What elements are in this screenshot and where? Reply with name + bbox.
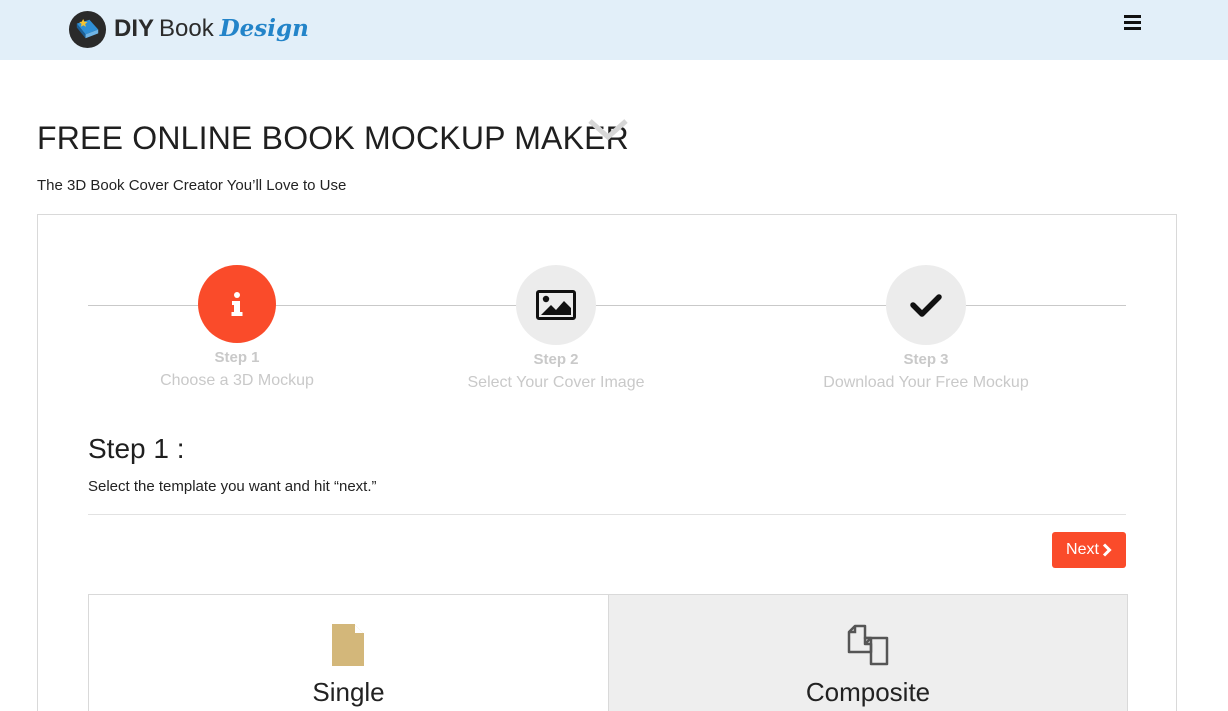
logo-text-design: Design: [219, 15, 309, 42]
step-2-description: Select Your Cover Image: [467, 374, 645, 391]
page-title: FREE ONLINE BOOK MOCKUP MAKER: [37, 120, 629, 156]
chevron-down-icon[interactable]: [588, 117, 628, 143]
next-button[interactable]: Next: [1052, 532, 1126, 568]
hamburger-menu-icon[interactable]: [1123, 12, 1145, 34]
template-single[interactable]: Single: [89, 595, 608, 711]
divider: [88, 514, 1126, 515]
image-icon: [536, 290, 576, 320]
logo-text-book: Book: [159, 15, 214, 42]
chevron-right-icon: [1102, 543, 1112, 557]
template-options: Single Composite: [88, 594, 1128, 711]
book-logo-icon: [68, 10, 107, 48]
template-single-label: Single: [312, 677, 385, 707]
next-button-label: Next: [1066, 541, 1099, 558]
step-instruction: Select the template you want and hit “ne…: [88, 478, 377, 495]
menu-bar: [1124, 15, 1141, 18]
step-1-label: Step 1: [214, 349, 260, 366]
step-2[interactable]: Step 2 Select Your Cover Image: [426, 265, 686, 392]
composite-documents-icon: [847, 624, 889, 666]
step-1-description: Choose a 3D Mockup: [160, 372, 314, 389]
step-3-label: Step 3: [903, 351, 949, 368]
step-3-circle: [886, 265, 966, 345]
step-1-circle: [198, 265, 276, 343]
site-logo[interactable]: DIY Book Design: [68, 9, 309, 49]
menu-bar: [1124, 27, 1141, 30]
current-step-heading: Step 1 :: [88, 433, 185, 464]
logo-text-diy: DIY: [114, 15, 155, 42]
page-subtitle: The 3D Book Cover Creator You’ll Love to…: [37, 177, 347, 194]
step-3-description: Download Your Free Mockup: [823, 374, 1029, 391]
info-icon: [231, 292, 243, 316]
site-header: DIY Book Design: [0, 0, 1228, 60]
mockup-wizard-panel: Step 1 Choose a 3D Mockup Step 2 Select …: [37, 214, 1177, 711]
template-composite[interactable]: Composite: [608, 595, 1127, 711]
step-3[interactable]: Step 3 Download Your Free Mockup: [796, 265, 1056, 392]
template-composite-label: Composite: [805, 677, 931, 707]
checkmark-icon: [910, 294, 942, 317]
menu-bar: [1124, 21, 1141, 24]
step-2-label: Step 2: [533, 351, 579, 368]
single-document-icon: [331, 624, 364, 666]
step-1[interactable]: Step 1 Choose a 3D Mockup: [107, 265, 367, 390]
step-2-circle: [516, 265, 596, 345]
